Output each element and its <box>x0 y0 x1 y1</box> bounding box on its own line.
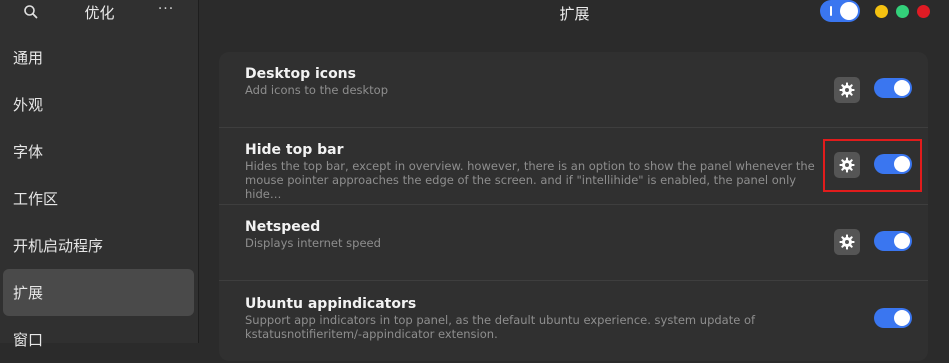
toggle-knob <box>894 233 910 249</box>
sidebar-item-windows[interactable]: 窗口 <box>3 316 194 363</box>
sidebar: 优化 ··· 通用 外观 字体 工作区 开机启动程序 扩展 窗口 <box>0 0 199 349</box>
extension-toggle[interactable] <box>874 78 912 98</box>
extension-name: Ubuntu appindicators <box>245 296 417 312</box>
gear-icon <box>839 157 855 173</box>
extensions-master-toggle[interactable] <box>820 0 860 22</box>
toggle-knob <box>894 80 910 96</box>
sidebar-item-label: 外观 <box>13 96 44 114</box>
sidebar-item-label: 窗口 <box>13 331 44 349</box>
gear-icon <box>839 234 855 250</box>
settings-button[interactable] <box>834 152 860 178</box>
sidebar-item-label: 开机启动程序 <box>13 237 104 255</box>
maximize-button[interactable] <box>896 5 909 18</box>
list-item: Netspeed Displays internet speed <box>219 205 928 281</box>
toggle-on-indicator <box>830 6 832 16</box>
sidebar-item-extensions[interactable]: 扩展 <box>3 269 194 316</box>
list-item: Desktop icons Add icons to the desktop <box>219 52 928 128</box>
extension-toggle[interactable] <box>874 231 912 251</box>
sidebar-item-startup-apps[interactable]: 开机启动程序 <box>3 222 194 269</box>
sidebar-item-fonts[interactable]: 字体 <box>3 128 194 175</box>
sidebar-item-label: 通用 <box>13 49 44 67</box>
extension-description: Hides the top bar, except in overview. h… <box>245 159 815 201</box>
menu-button[interactable]: ··· <box>155 1 177 21</box>
toggle-knob <box>840 2 858 20</box>
sidebar-item-workspaces[interactable]: 工作区 <box>3 175 194 222</box>
settings-button[interactable] <box>834 229 860 255</box>
close-button[interactable] <box>917 5 930 18</box>
extension-name: Desktop icons <box>245 66 356 82</box>
extension-toggle[interactable] <box>874 308 912 328</box>
sidebar-item-appearance[interactable]: 外观 <box>3 81 194 128</box>
extension-name: Hide top bar <box>245 142 344 158</box>
minimize-button[interactable] <box>875 5 888 18</box>
sidebar-item-label: 工作区 <box>13 190 59 208</box>
extension-description: Add icons to the desktop <box>245 83 389 97</box>
list-item: Hide top bar Hides the top bar, except i… <box>219 128 928 205</box>
sidebar-item-general[interactable]: 通用 <box>3 34 194 81</box>
gear-icon <box>839 82 855 98</box>
extension-description: Support app indicators in top panel, as … <box>245 313 756 341</box>
sidebar-item-label: 扩展 <box>13 284 44 302</box>
extension-description: Displays internet speed <box>245 236 381 250</box>
sidebar-list: 通用 外观 字体 工作区 开机启动程序 扩展 窗口 <box>0 34 199 363</box>
toggle-knob <box>894 156 910 172</box>
settings-button[interactable] <box>834 77 860 103</box>
toggle-knob <box>894 310 910 326</box>
sidebar-header: 优化 ··· <box>0 0 199 24</box>
header-bar: 扩展 <box>200 0 949 26</box>
extension-list: Desktop icons Add icons to the desktop H… <box>219 52 928 361</box>
extension-name: Netspeed <box>245 219 321 235</box>
sidebar-item-label: 字体 <box>13 143 44 161</box>
list-item: Ubuntu appindicators Support app indicat… <box>219 281 928 361</box>
extension-toggle[interactable] <box>874 154 912 174</box>
